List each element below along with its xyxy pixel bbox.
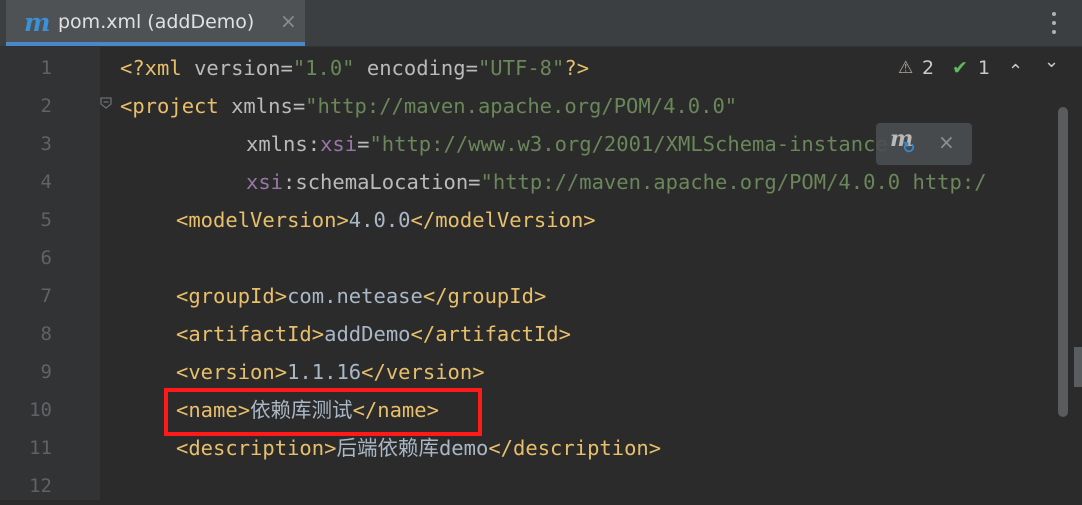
editor-tab-bar: m pom.xml (addDemo) × bbox=[0, 0, 1082, 47]
equals: = bbox=[292, 94, 306, 118]
tag-text: 后端依赖库demo bbox=[336, 436, 489, 460]
line-number: 11 bbox=[29, 437, 52, 459]
line-number: 1 bbox=[40, 57, 52, 79]
code-line-8: <artifactId>addDemo</artifactId> bbox=[176, 315, 571, 353]
colon: : bbox=[283, 170, 296, 194]
active-tab-indicator bbox=[6, 42, 305, 46]
maven-reload-popup[interactable]: m ↻ × bbox=[876, 123, 972, 165]
line-number: 3 bbox=[40, 133, 52, 155]
equals: = bbox=[468, 170, 481, 194]
tag-text: 4.0.0 bbox=[348, 208, 411, 232]
code-line-9: <version>1.1.16</version> bbox=[176, 353, 485, 391]
code-editor[interactable]: 1 2 3 4 5 6 7 8 9 10 11 12 <?xml version… bbox=[0, 47, 1082, 500]
line-number: 9 bbox=[40, 361, 52, 383]
line-number: 7 bbox=[40, 285, 52, 307]
line-number-gutter: 1 2 3 4 5 6 7 8 9 10 11 12 bbox=[0, 47, 100, 500]
tag-open: <modelVersion> bbox=[176, 208, 349, 232]
tag-text: addDemo bbox=[324, 322, 411, 346]
check-icon: ✔ bbox=[952, 57, 968, 79]
code-line-5: <modelVersion>4.0.0</modelVersion> bbox=[176, 201, 596, 239]
tag-text: 1.1.16 bbox=[287, 360, 362, 384]
attr-name: encoding bbox=[366, 56, 466, 80]
code-line-1: <?xml version="1.0" encoding="UTF-8"?> bbox=[120, 49, 589, 87]
attr-name: xmlns bbox=[231, 94, 293, 118]
scrollbar-thumb[interactable] bbox=[1058, 107, 1068, 417]
tag-open: <project bbox=[120, 94, 232, 118]
xml-declaration-close: ?> bbox=[564, 56, 590, 80]
equals: = bbox=[465, 56, 478, 80]
equals: = bbox=[280, 56, 293, 80]
vertical-scrollbar[interactable] bbox=[1058, 107, 1070, 417]
tab-pom-xml[interactable]: m pom.xml (addDemo) × bbox=[6, 0, 305, 46]
line-number: 4 bbox=[40, 171, 52, 193]
attr-value: "UTF-8" bbox=[477, 56, 565, 80]
attr-name: version bbox=[194, 56, 281, 80]
warning-icon: ⚠ bbox=[898, 58, 914, 78]
tag-open: <artifactId> bbox=[176, 322, 325, 346]
line-number: 6 bbox=[40, 247, 52, 269]
chevron-up-icon[interactable]: ⌃ bbox=[1008, 61, 1023, 82]
attr-name: xmlns bbox=[246, 132, 308, 156]
tag-text: com.netease bbox=[287, 284, 423, 308]
close-icon[interactable]: × bbox=[280, 9, 297, 33]
attr-name: schemaLocation bbox=[295, 170, 469, 194]
line-number: 10 bbox=[29, 399, 52, 421]
tab-title: pom.xml (addDemo) bbox=[58, 11, 255, 33]
tag-close: </artifactId> bbox=[410, 322, 571, 346]
line-number: 5 bbox=[40, 209, 52, 231]
error-stripe-marker[interactable] bbox=[1074, 347, 1082, 387]
code-line-4: xsi:schemaLocation="http://maven.apache.… bbox=[246, 163, 987, 201]
tag-open: <version> bbox=[176, 360, 288, 384]
more-vertical-icon[interactable] bbox=[1046, 10, 1062, 36]
code-line-7: <groupId>com.netease</groupId> bbox=[176, 277, 546, 315]
attr-value: "http://maven.apache.org/POM/4.0.0 http:… bbox=[480, 170, 987, 194]
tag-close: </description> bbox=[488, 436, 662, 460]
xml-declaration-open: <?xml bbox=[120, 56, 195, 80]
namespace-prefix: xsi bbox=[320, 132, 358, 156]
equals: = bbox=[357, 132, 370, 156]
line-number: 8 bbox=[40, 323, 52, 345]
warning-count: 2 bbox=[922, 57, 935, 79]
attr-value: "http://www.w3.org/2001/XMLSchema-instan… bbox=[369, 132, 901, 156]
chevron-down-icon[interactable]: ⌄ bbox=[1044, 51, 1059, 72]
namespace-prefix: xsi bbox=[246, 170, 284, 194]
attr-value: "1.0" bbox=[292, 56, 355, 80]
code-line-3: xmlns:xsi="http://www.w3.org/2001/XMLSch… bbox=[246, 125, 900, 163]
refresh-icon[interactable]: ↻ bbox=[902, 138, 915, 157]
attr-value: "http://maven.apache.org/POM/4.0.0" bbox=[305, 94, 738, 118]
annotation-highlight-box bbox=[164, 388, 482, 436]
maven-icon: m bbox=[24, 8, 51, 37]
fold-icon[interactable] bbox=[99, 96, 113, 110]
tag-close: </version> bbox=[361, 360, 485, 384]
tag-open: <description> bbox=[176, 436, 337, 460]
line-number: 12 bbox=[29, 475, 52, 497]
tag-close: </modelVersion> bbox=[410, 208, 596, 232]
line-number: 2 bbox=[40, 95, 52, 117]
colon: : bbox=[307, 132, 321, 156]
ok-count: 1 bbox=[978, 57, 991, 79]
close-icon[interactable]: × bbox=[938, 130, 955, 154]
tag-close: </groupId> bbox=[422, 284, 547, 308]
tag-open: <groupId> bbox=[176, 284, 288, 308]
code-line-2: <project xmlns="http://maven.apache.org/… bbox=[120, 87, 737, 125]
